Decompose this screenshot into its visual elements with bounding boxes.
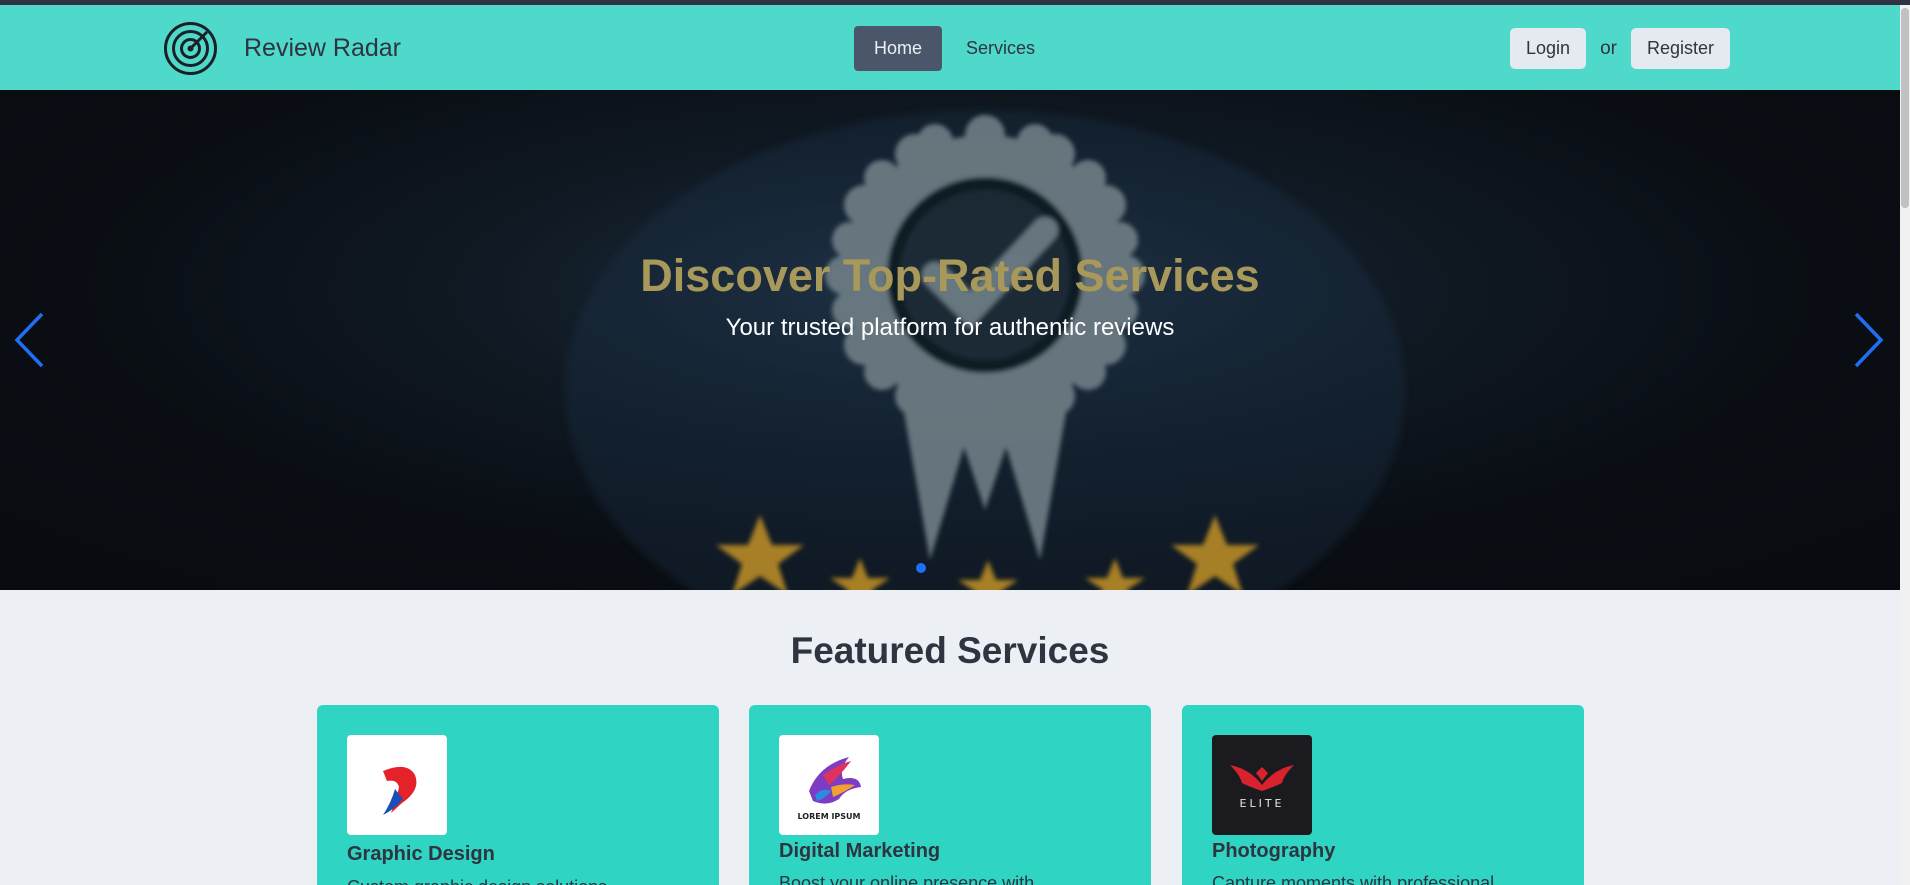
card-title: Digital Marketing (779, 840, 941, 862)
or-separator: or (1600, 37, 1617, 59)
elite-logo-text: ELITE (1240, 797, 1285, 810)
chevron-left-icon[interactable] (12, 310, 48, 370)
bird-logo-icon: LOREM IPSUM (779, 735, 879, 835)
scrollbar-thumb[interactable] (1901, 8, 1909, 208)
navbar: Review Radar Home Services Login or Regi… (0, 5, 1900, 90)
card-title: Graphic Design (347, 843, 495, 865)
nav-home-link[interactable]: Home (854, 26, 943, 71)
service-card-photography[interactable]: ELITE Photography Capture moments with p… (1182, 705, 1584, 885)
chevron-right-icon[interactable] (1850, 310, 1886, 370)
card-title: Photography (1212, 840, 1336, 862)
card-description: Capture moments with professional (1212, 873, 1495, 885)
brand-name: Review Radar (244, 34, 402, 62)
featured-services-title: Featured Services (790, 630, 1110, 671)
register-button[interactable]: Register (1630, 28, 1730, 69)
radar-icon (164, 22, 217, 75)
elite-bird-logo-icon: ELITE (1212, 735, 1312, 835)
card-description: Boost your online presence with (779, 873, 1035, 885)
carousel-indicator-dot[interactable] (916, 563, 926, 573)
auth-controls: Login or Register (1510, 28, 1730, 69)
card-description: Custom graphic design solutions (347, 877, 607, 885)
brand[interactable]: Review Radar (163, 21, 401, 76)
bird-logo-text: LOREM IPSUM (797, 812, 860, 821)
service-card-digital-marketing[interactable]: LOREM IPSUM Digital Marketing Boost your… (749, 705, 1151, 885)
hero-carousel: Discover Top-Rated Services Your trusted… (0, 90, 1900, 590)
nav-services-link[interactable]: Services (966, 38, 1035, 59)
graphic-design-logo-icon (347, 735, 447, 835)
nav-links: Home Services (854, 26, 1035, 71)
service-card-graphic-design[interactable]: Graphic Design Custom graphic design sol… (317, 705, 719, 885)
login-button[interactable]: Login (1510, 28, 1587, 69)
hero-title: Discover Top-Rated Services (640, 250, 1260, 301)
hero-subtitle: Your trusted platform for authentic revi… (725, 314, 1175, 341)
